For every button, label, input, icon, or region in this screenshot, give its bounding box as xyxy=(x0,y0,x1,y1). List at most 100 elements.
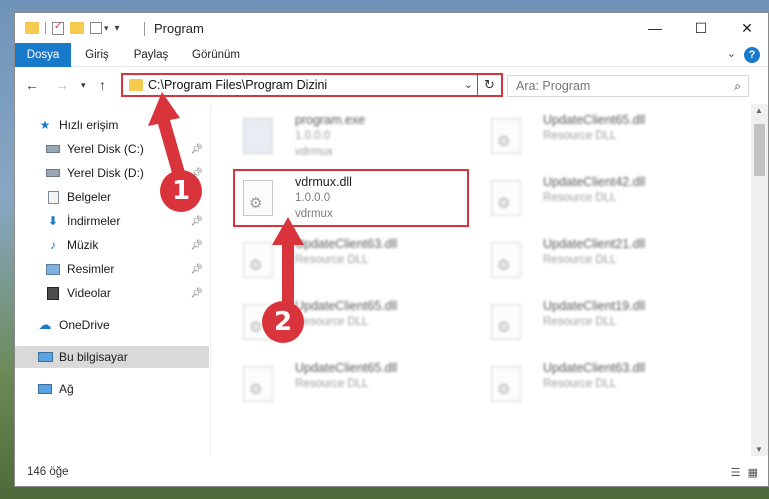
file-item[interactable]: program.exe 1.0.0.0 vdrmux xyxy=(223,110,463,166)
pin-icon[interactable]: 📌︎ xyxy=(190,240,203,251)
file-name: UpdateClient42.dll xyxy=(543,175,646,189)
nav-item-pictures[interactable]: Resimler 📌︎ xyxy=(15,258,209,280)
chevron-down-icon[interactable]: ⌄ xyxy=(464,78,473,91)
details-view-icon[interactable]: ☰ xyxy=(731,467,741,479)
folder-icon[interactable] xyxy=(25,22,39,34)
tab-share[interactable]: Paylaş xyxy=(125,43,177,67)
back-arrow-icon[interactable]: ← xyxy=(25,77,39,93)
pin-icon[interactable]: 📌︎ xyxy=(190,264,203,275)
scroll-up-icon[interactable]: ▲ xyxy=(755,106,763,115)
properties-icon[interactable]: ✓ xyxy=(52,21,64,35)
nav-item-label: Hızlı erişim xyxy=(59,118,119,132)
file-item[interactable]: ⚙ UpdateClient65.dll Resource DLL xyxy=(223,358,463,414)
gear-icon: ⚙ xyxy=(249,381,263,398)
gear-icon: ⚙ xyxy=(497,257,511,274)
pin-icon[interactable]: 📌︎ xyxy=(190,216,203,227)
exe-file-icon xyxy=(243,118,273,154)
scroll-thumb[interactable] xyxy=(754,124,765,176)
file-description: Resource DLL xyxy=(295,378,369,390)
nav-item-downloads[interactable]: ⬇ İndirmeler 📌︎ xyxy=(15,210,209,232)
ribbon: Dosya Giriş Paylaş Görünüm ⌄ ? xyxy=(15,43,768,67)
vertical-scrollbar[interactable]: ▲ ▼ xyxy=(751,104,768,456)
divider xyxy=(144,22,145,36)
callout-badge-2: 2 xyxy=(262,301,304,343)
file-name: UpdateClient65.dll xyxy=(543,113,646,127)
nav-item-label: Videolar xyxy=(67,286,111,300)
expand-ribbon-icon[interactable]: ⌄ xyxy=(727,47,736,60)
file-item[interactable]: ⚙ UpdateClient63.dll Resource DLL xyxy=(471,358,711,414)
customize-icon[interactable] xyxy=(90,22,102,34)
dll-file-icon: ⚙ xyxy=(491,304,521,340)
nav-item-this-pc[interactable]: Bu bilgisayar xyxy=(15,346,209,368)
dll-file-icon: ⚙ xyxy=(491,180,521,216)
gear-icon: ⚙ xyxy=(497,133,511,150)
file-description: Resource DLL xyxy=(295,316,369,328)
nav-item-network[interactable]: Ağ xyxy=(15,378,209,400)
file-item[interactable]: ⚙ UpdateClient65.dll Resource DLL xyxy=(471,110,711,166)
file-item[interactable]: ⚙ UpdateClient65.dll Resource DLL xyxy=(223,296,463,352)
navigation-bar: ← → ▾ ↑ C:\Program Files\Program Dizini … xyxy=(15,68,768,102)
search-icon[interactable]: ⌕ xyxy=(734,79,741,94)
download-icon: ⬇ xyxy=(47,214,59,228)
search-input[interactable]: Ara: Program xyxy=(516,79,590,93)
qa-dropdown-icon[interactable]: ▾ xyxy=(115,23,120,34)
file-name: program.exe xyxy=(295,113,366,127)
dll-file-icon: ⚙ xyxy=(491,242,521,278)
file-name: UpdateClient21.dll xyxy=(543,237,646,251)
chevron-down-icon[interactable]: ▾ xyxy=(104,23,109,34)
item-count: 146 öğe xyxy=(27,466,69,478)
dll-file-icon: ⚙ xyxy=(243,366,273,402)
tab-view[interactable]: Görünüm xyxy=(185,43,247,67)
file-item[interactable]: ⚙ UpdateClient21.dll Resource DLL xyxy=(471,234,711,290)
cloud-icon: ☁ xyxy=(38,317,52,332)
music-icon: ♪ xyxy=(50,238,56,252)
file-description: Resource DLL xyxy=(543,192,617,204)
search-box[interactable]: Ara: Program ⌕ xyxy=(507,75,749,97)
tab-file[interactable]: Dosya xyxy=(15,43,71,67)
nav-item-label: Müzik xyxy=(67,238,99,252)
tiles-view-icon[interactable]: ▦ xyxy=(748,467,758,479)
gear-icon: ⚙ xyxy=(249,257,263,274)
gear-icon: ⚙ xyxy=(497,381,511,398)
network-icon xyxy=(37,382,53,396)
nav-item-label: İndirmeler xyxy=(67,214,121,228)
tab-home[interactable]: Giriş xyxy=(75,43,119,67)
refresh-icon[interactable]: ↻ xyxy=(477,75,501,95)
drive-icon xyxy=(45,142,61,156)
up-arrow-icon[interactable]: ↑ xyxy=(99,77,106,93)
pin-icon[interactable]: 📌︎ xyxy=(190,288,203,299)
arrow-2-icon xyxy=(272,217,304,307)
nav-item-videos[interactable]: Videolar 📌︎ xyxy=(15,282,209,304)
forward-arrow-icon[interactable]: → xyxy=(55,77,69,93)
recent-locations-icon[interactable]: ▾ xyxy=(81,80,86,91)
dll-file-icon: ⚙ xyxy=(491,366,521,402)
nav-item-onedrive[interactable]: ☁ OneDrive xyxy=(15,314,209,336)
file-item[interactable]: ⚙ UpdateClient19.dll Resource DLL xyxy=(471,296,711,352)
new-folder-icon[interactable] xyxy=(70,22,84,34)
status-bar: 146 öğe ☰ ▦ xyxy=(15,460,768,486)
scroll-down-icon[interactable]: ▼ xyxy=(755,445,763,454)
file-name: UpdateClient63.dll xyxy=(543,361,646,375)
explorer-window: ✓ ▾ ▾ Program — ☐ ✕ Dosya Giriş Paylaş G… xyxy=(14,12,769,487)
nav-item-label: Yerel Disk (D:) xyxy=(67,166,144,180)
file-version: 1.0.0.0 xyxy=(295,130,331,142)
file-company: vdrmux xyxy=(295,146,333,158)
maximize-button[interactable]: ☐ xyxy=(678,13,724,43)
file-description: Resource DLL xyxy=(543,378,617,390)
file-name: UpdateClient19.dll xyxy=(543,299,646,313)
file-item[interactable]: ⚙ UpdateClient63.dll Resource DLL xyxy=(223,234,463,290)
pictures-icon xyxy=(45,262,61,276)
view-toggle[interactable]: ☰ ▦ xyxy=(731,466,758,479)
title-bar: ✓ ▾ ▾ Program — ☐ ✕ xyxy=(15,13,768,43)
file-item[interactable]: ⚙ UpdateClient42.dll Resource DLL xyxy=(471,172,711,228)
help-button[interactable]: ? xyxy=(744,47,760,63)
close-button[interactable]: ✕ xyxy=(724,13,768,43)
nav-item-label: Yerel Disk (C:) xyxy=(67,142,144,156)
nav-item-music[interactable]: ♪ Müzik 📌︎ xyxy=(15,234,209,256)
file-description: Resource DLL xyxy=(543,130,617,142)
documents-icon xyxy=(45,190,61,204)
minimize-button[interactable]: — xyxy=(632,13,678,43)
gear-icon: ⚙ xyxy=(497,195,511,212)
callout-badge-1: 1 xyxy=(160,170,202,212)
file-description: Resource DLL xyxy=(543,254,617,266)
